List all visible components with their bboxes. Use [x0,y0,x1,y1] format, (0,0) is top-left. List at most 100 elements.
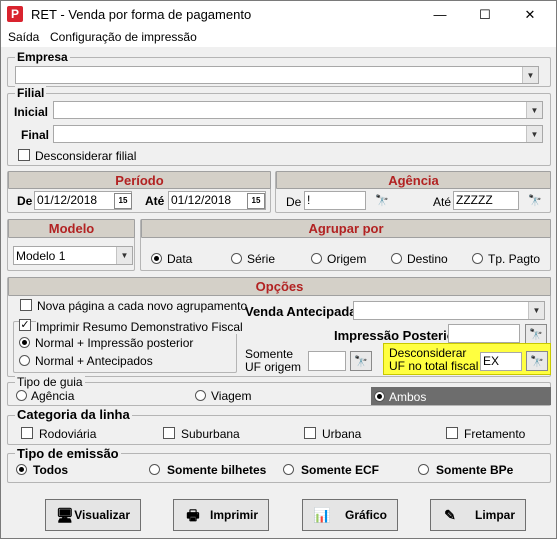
limpar-label: Limpar [474,508,515,522]
categoria-rodoviaria-label: Rodoviária [39,427,97,441]
empresa-legend: Empresa [15,50,70,64]
close-button[interactable]: ✕ [509,3,551,27]
chevron-down-icon: ▼ [526,102,542,118]
imprimir-resumo-label: Imprimir Resumo Demonstrativo Fiscal [36,320,243,334]
binoculars-icon[interactable]: 🔭 [525,324,547,344]
categoria-fretamento-label: Fretamento [464,427,526,441]
agrupar-origem-radio[interactable] [311,253,322,264]
monitor-icon: 🖥 [56,507,74,523]
menu-saida[interactable]: Saída [8,30,39,44]
grafico-button[interactable]: 📊 Gráfico [302,499,398,531]
guia-viagem-label: Viagem [211,389,252,403]
chart-icon: 📊 [313,507,331,523]
visualizar-label: Visualizar [74,508,130,522]
binoculars-icon[interactable]: 🔭 [350,351,372,371]
main-window: P RET - Venda por forma de pagamento — ☐… [0,0,557,539]
agencia-ate-input[interactable]: ZZZZZ [453,191,519,210]
categoria-urbana-checkbox[interactable] [304,427,316,439]
menu-bar: Saída Configuração de impressão [1,29,556,47]
agrupar-data-label: Data [167,252,193,266]
emissao-bilhetes-label: Somente bilhetes [167,463,267,477]
title-bar: P RET - Venda por forma de pagamento — ☐… [1,1,556,29]
tipo-guia-legend: Tipo de guia [15,375,85,389]
periodo-ate-label: Até [145,194,165,208]
periodo-de-label: De [17,194,33,208]
normal-antecipados-radio[interactable] [19,355,30,366]
imprimir-resumo-checkbox[interactable]: ✓ [19,319,31,331]
impressao-posterior-input[interactable] [448,324,520,343]
agrupar-serie-radio[interactable] [231,253,242,264]
grafico-label: Gráfico [344,508,387,522]
venda-antecipada-label: Venda Antecipada [245,304,357,319]
emissao-todos-label: Todos [33,463,69,477]
guia-ambos-radio[interactable] [374,391,385,402]
agrupar-destino-label: Destino [407,252,448,266]
desconsiderar-filial-label: Desconsiderar filial [35,149,137,163]
nova-pagina-label: Nova página a cada novo agrupamento [37,299,248,313]
normal-impressao-label: Normal + Impressão posterior [35,336,194,350]
eraser-icon: ✎ [444,507,456,523]
emissao-ecf-label: Somente ECF [301,463,380,477]
calendar-icon[interactable]: 15 [247,193,265,209]
categoria-suburbana-label: Suburbana [181,427,240,441]
window-title: RET - Venda por forma de pagamento [31,7,252,22]
modelo-value: Modelo 1 [16,249,66,263]
printer-icon: 🖶 [186,507,200,523]
maximize-button[interactable]: ☐ [464,3,506,27]
emissao-bilhetes-radio[interactable] [149,464,160,475]
guia-agencia-radio[interactable] [16,390,27,401]
impressao-posterior-label: Impressão Posterior [334,328,460,343]
agrupar-origem-label: Origem [327,252,367,266]
agencia-de-input[interactable]: ! [304,191,366,210]
emissao-ecf-radio[interactable] [283,464,294,475]
agrupar-tppagto-label: Tp. Pagto [488,252,541,266]
categoria-fretamento-checkbox[interactable] [446,427,458,439]
guia-ambos-label: Ambos [389,390,427,404]
chevron-down-icon: ▼ [528,302,544,319]
categoria-rodoviaria-checkbox[interactable] [21,427,33,439]
desconsiderar-uf-label: Desconsiderar UF no total fiscal [389,346,479,373]
emissao-bpe-radio[interactable] [418,464,429,475]
limpar-button[interactable]: ✎ Limpar [430,499,526,531]
guia-agencia-label: Agência [31,389,75,403]
filial-final-label: Final [21,128,50,142]
filial-inicial-select[interactable]: ▼ [53,101,543,119]
normal-impressao-radio[interactable] [19,337,30,348]
agencia-header: Agência [276,171,551,189]
nova-pagina-checkbox[interactable] [20,299,32,311]
empresa-select[interactable]: ▼ [15,66,539,84]
guia-viagem-radio[interactable] [195,390,206,401]
modelo-header: Modelo [8,219,135,238]
menu-configuracao-impressao[interactable]: Configuração de impressão [50,30,197,44]
filial-final-select[interactable]: ▼ [53,125,543,143]
binoculars-icon[interactable]: 🔭 [371,191,393,211]
agrupar-serie-label: Série [247,252,276,266]
somente-uf-origem-label: Somente UF origem [245,347,302,374]
agrupar-data-radio[interactable] [151,253,162,264]
opcoes-header: Opções [8,277,551,296]
categoria-suburbana-checkbox[interactable] [163,427,175,439]
agrupar-destino-radio[interactable] [391,253,402,264]
chevron-down-icon: ▼ [526,126,542,142]
desconsiderar-uf-input[interactable]: EX [480,352,522,371]
imprimir-button[interactable]: 🖶 Imprimir [173,499,269,531]
binoculars-icon[interactable]: 🔭 [524,191,546,211]
minimize-button[interactable]: — [419,3,461,27]
agrupar-header: Agrupar por [141,219,551,238]
normal-antecipados-label: Normal + Antecipados [35,354,153,368]
binoculars-icon[interactable]: 🔭 [526,351,548,371]
emissao-todos-radio[interactable] [16,464,27,475]
desconsiderar-filial-checkbox[interactable] [18,149,30,161]
agrupar-tppagto-radio[interactable] [472,253,483,264]
somente-uf-origem-input[interactable] [308,351,346,371]
filial-inicial-label: Inicial [14,105,49,119]
imprimir-label: Imprimir [209,508,258,522]
venda-antecipada-select[interactable]: ▼ [353,301,545,320]
categoria-urbana-label: Urbana [322,427,362,441]
calendar-icon[interactable]: 15 [114,193,132,209]
emissao-bpe-label: Somente BPe [436,463,514,477]
agencia-ate-label: Até [433,195,452,209]
app-icon: P [7,6,23,22]
visualizar-button[interactable]: 🖥 Visualizar [45,499,141,531]
modelo-select[interactable]: Modelo 1 ▼ [13,246,133,265]
